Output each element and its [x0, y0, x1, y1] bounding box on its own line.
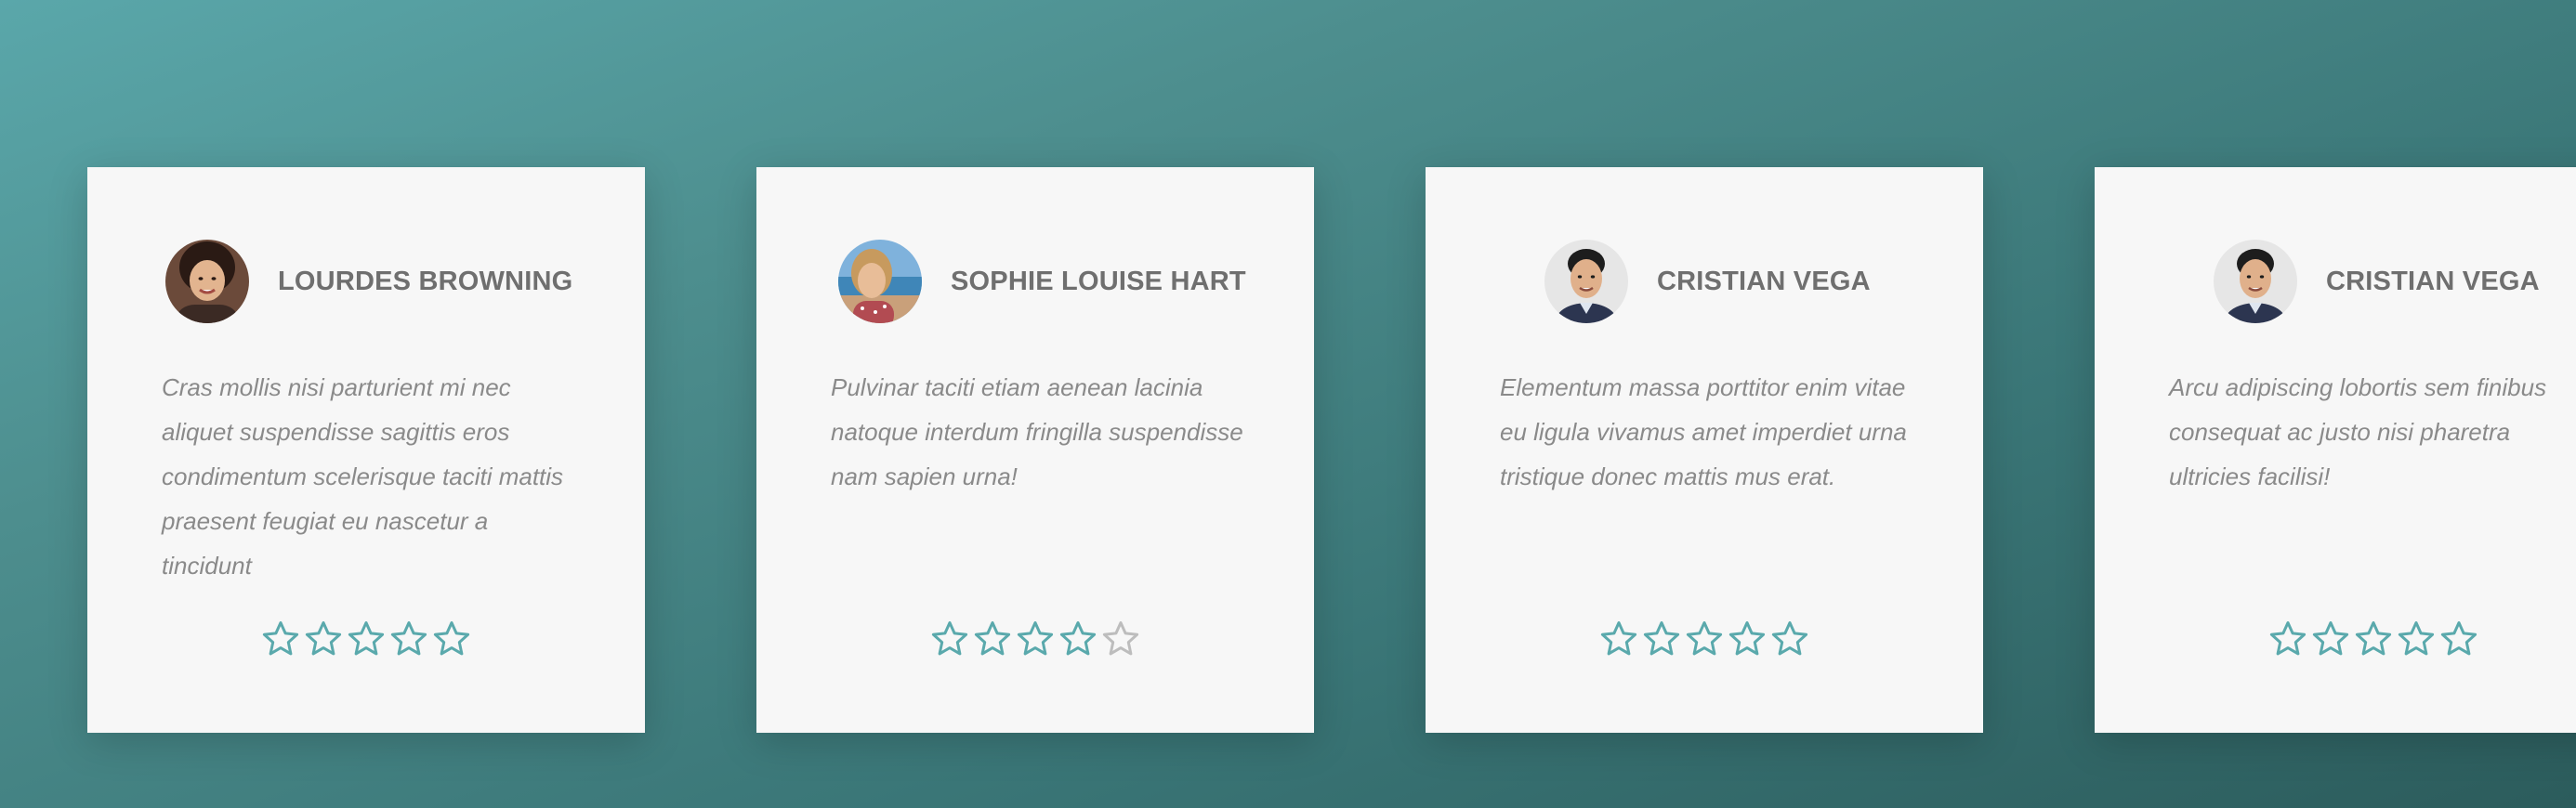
star-filled-icon: [1771, 620, 1808, 658]
star-filled-icon: [262, 620, 299, 658]
star-filled-icon: [2440, 620, 2477, 658]
star-filled-icon: [348, 620, 385, 658]
avatar: [838, 240, 922, 323]
star-filled-icon: [433, 620, 470, 658]
star-filled-icon: [1017, 620, 1054, 658]
testimonial-card: SOPHIE LOUISE HART Pulvinar taciti etiam…: [756, 167, 1314, 733]
star-filled-icon: [2312, 620, 2349, 658]
avatar: [165, 240, 249, 323]
star-filled-icon: [1686, 620, 1723, 658]
star-filled-icon: [2269, 620, 2307, 658]
testimonial-quote: Cras mollis nisi parturient mi nec aliqu…: [162, 373, 564, 580]
testimonial-card: LOURDES BROWNING Cras mollis nisi partur…: [87, 167, 645, 733]
testimonial-quote: Arcu adipiscing lobortis sem finibus con…: [2169, 373, 2547, 490]
reviewer-name: LOURDES BROWNING: [278, 266, 573, 296]
star-rating: [756, 620, 1314, 658]
card-header: CRISTIAN VEGA: [2214, 240, 2540, 323]
star-filled-icon: [1728, 620, 1766, 658]
star-rating: [2095, 620, 2576, 658]
testimonial-carousel: LOURDES BROWNING Cras mollis nisi partur…: [0, 0, 2576, 808]
man-portrait-icon: [2214, 240, 2297, 323]
star-filled-icon: [2398, 620, 2435, 658]
card-header: SOPHIE LOUISE HART: [838, 240, 1246, 323]
star-filled-icon: [1600, 620, 1637, 658]
avatar: [2214, 240, 2297, 323]
card-header: LOURDES BROWNING: [165, 240, 572, 323]
star-filled-icon: [390, 620, 427, 658]
reviewer-name: SOPHIE LOUISE HART: [951, 266, 1246, 296]
card-header: CRISTIAN VEGA: [1544, 240, 1871, 323]
star-filled-icon: [1643, 620, 1680, 658]
man-portrait-icon: [1544, 240, 1628, 323]
avatar: [1544, 240, 1628, 323]
testimonial-card: CRISTIAN VEGA Arcu adipiscing lobortis s…: [2095, 167, 2576, 733]
star-rating: [87, 620, 645, 658]
star-filled-icon: [974, 620, 1011, 658]
star-rating: [1426, 620, 1983, 658]
reviewer-name: CRISTIAN VEGA: [1657, 266, 1871, 296]
testimonial-quote: Pulvinar taciti etiam aenean lacinia nat…: [831, 373, 1243, 490]
reviewer-name: CRISTIAN VEGA: [2326, 266, 2540, 296]
star-filled-icon: [931, 620, 968, 658]
star-empty-icon: [1102, 620, 1139, 658]
testimonial-quote: Elementum massa porttitor enim vitae eu …: [1500, 373, 1907, 490]
star-filled-icon: [1059, 620, 1097, 658]
woman-portrait-icon: [165, 240, 249, 323]
star-filled-icon: [305, 620, 342, 658]
woman-beach-icon: [838, 240, 922, 323]
testimonial-card: CRISTIAN VEGA Elementum massa porttitor …: [1426, 167, 1983, 733]
star-filled-icon: [2355, 620, 2392, 658]
